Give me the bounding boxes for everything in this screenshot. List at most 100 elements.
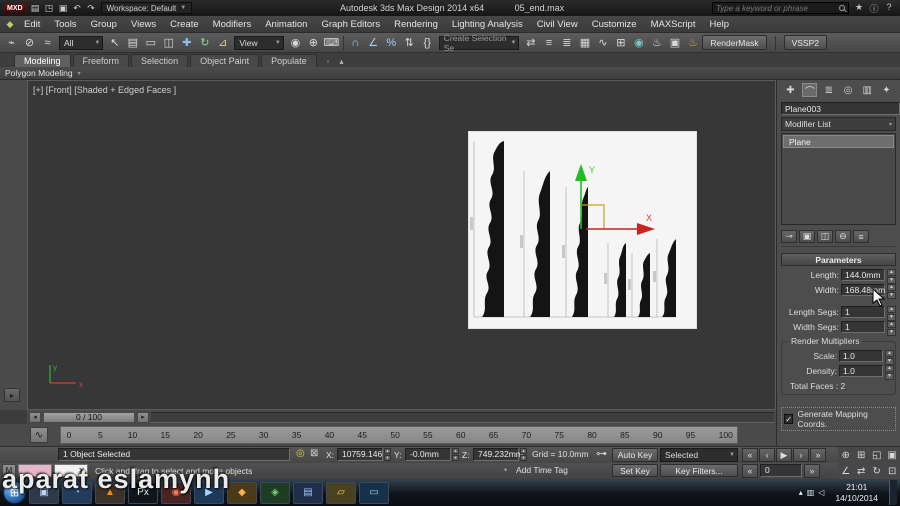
auto-key-button[interactable]: Auto Key — [612, 448, 658, 462]
app-window-icon[interactable]: ▣ — [29, 481, 59, 504]
maxscript-mini-listener[interactable]: ✕ — [54, 464, 88, 477]
select-rotate-icon[interactable]: ↻ — [196, 34, 213, 51]
menu-item[interactable]: Lighting Analysis — [445, 16, 530, 32]
rendermask-button[interactable]: RenderMask — [702, 35, 767, 50]
y-coord-field[interactable]: -0.0mm — [405, 448, 451, 461]
keyboard-override-icon[interactable]: ⌨ — [323, 34, 340, 51]
modifier-stack[interactable]: Plane — [781, 133, 896, 225]
z-coord-field[interactable]: 749.232mm — [473, 448, 523, 461]
go-to-end-icon[interactable]: » — [810, 448, 826, 462]
time-slider-track[interactable] — [151, 411, 774, 423]
generate-mapping-coords-row[interactable]: ✓ Generate Mapping Coords. — [781, 407, 896, 431]
motion-tab[interactable]: ◎ — [841, 83, 856, 97]
spinner-control[interactable]: ▲ ▼ — [885, 365, 894, 380]
display-tab[interactable]: ▥ — [860, 83, 875, 97]
display-app-icon[interactable]: ▭ — [359, 481, 389, 504]
spinner-control[interactable]: ▲ ▼ — [384, 448, 391, 461]
search-icon[interactable] — [839, 5, 845, 11]
help-icon[interactable]: ? — [882, 2, 896, 15]
percent-snap-icon[interactable]: % — [383, 34, 400, 51]
px-app-icon[interactable]: Px — [128, 481, 158, 504]
open-mini-curve-editor-button[interactable]: ∿ — [30, 427, 48, 443]
modifier-list-dropdown[interactable]: Modifier List ▾ — [781, 117, 896, 131]
menu-item[interactable]: Graph Editors — [314, 16, 387, 32]
menu-item[interactable]: Modifiers — [206, 16, 259, 32]
key-selection-dropdown[interactable]: Selected ▼ — [660, 448, 738, 462]
rect-region-icon[interactable]: ▭ — [142, 34, 159, 51]
ribbon-tab[interactable]: Object Paint — [190, 54, 260, 67]
search-input[interactable] — [716, 3, 836, 13]
viewport-layout-tab-arrow[interactable]: ▸ — [4, 388, 20, 402]
param-value-field[interactable]: 144.0mm — [841, 269, 885, 281]
trackbar-ruler[interactable]: 0 5 10 15 20 25 30 35 40 45 50 55 60 65 70 75 80 85 90 95 10… — [60, 426, 738, 444]
network-icon[interactable]: ▥ — [807, 488, 815, 497]
workspace-dropdown[interactable]: Workspace: Default ▼ — [100, 2, 193, 14]
next-frame-icon[interactable]: › — [793, 448, 809, 462]
param-value-field[interactable]: 1.0 — [839, 350, 883, 362]
zoom-icon[interactable]: ⊕ — [838, 447, 854, 463]
impress-app-icon[interactable]: ▤ — [293, 481, 323, 504]
snap-toggle-icon[interactable]: ∩ — [347, 34, 364, 51]
menu-item[interactable]: Create — [163, 16, 206, 32]
parameters-rollout-header[interactable]: Parameters — [781, 253, 896, 266]
ribbon-tab[interactable]: Selection — [131, 54, 189, 67]
remove-modifier-icon[interactable]: ⊖ — [835, 230, 851, 243]
hierarchy-tab[interactable]: ≣ — [821, 83, 836, 97]
fov-icon[interactable]: ∠ — [838, 463, 854, 479]
menu-item[interactable]: Civil View — [530, 16, 585, 32]
spinner-control[interactable]: ▲ ▼ — [520, 448, 527, 461]
select-by-name-icon[interactable]: ▤ — [124, 34, 141, 51]
set-keys-button[interactable]: ⊶ — [596, 447, 607, 460]
media-player-icon[interactable]: ▶ — [194, 481, 224, 504]
rendered-frame-icon[interactable]: ▣ — [666, 34, 683, 51]
select-manipulate-icon[interactable]: ⊕ — [305, 34, 322, 51]
start-button[interactable]: ⊞ — [3, 481, 26, 504]
go-to-start-icon[interactable]: « — [742, 448, 758, 462]
previous-key-icon[interactable]: « — [742, 464, 758, 478]
modify-tab[interactable]: ⌒ — [802, 83, 818, 98]
viewport-label[interactable]: [+] [Front] [Shaded + Edged Faces ] — [33, 85, 176, 95]
zoom-extents-all-icon[interactable]: ▣ — [885, 447, 900, 463]
app-logo[interactable]: MXD — [4, 3, 26, 13]
browser-icon[interactable]: ◔ — [62, 481, 92, 504]
maxscript-listener-button[interactable]: M — [2, 464, 16, 477]
menu-item[interactable]: Rendering — [387, 16, 445, 32]
time-slider-handle[interactable]: 0 / 100 — [43, 411, 135, 423]
schematic-view-icon[interactable]: ⊞ — [612, 34, 629, 51]
menu-item[interactable]: Tools — [47, 16, 83, 32]
spinner-control[interactable]: ▲ ▼ — [452, 448, 459, 461]
isolate-selection-icon[interactable]: ◎ — [296, 448, 305, 459]
menu-item[interactable]: Help — [702, 16, 736, 32]
viewport-front[interactable]: [+] [Front] [Shaded + Edged Faces ] Y X … — [27, 80, 776, 410]
ribbon-tab[interactable]: Populate — [261, 54, 317, 67]
spinner-control[interactable]: ▲ ▼ — [887, 306, 896, 321]
zoom-extents-icon[interactable]: ◱ — [869, 447, 885, 463]
macro-recorder-field[interactable] — [18, 464, 52, 477]
select-scale-icon[interactable]: ⊿ — [214, 34, 231, 51]
search-box[interactable] — [712, 2, 849, 14]
add-time-tag[interactable]: Add Time Tag — [516, 465, 568, 475]
pan-icon[interactable]: ⇄ — [854, 463, 870, 479]
polygon-modeling-panel[interactable]: Polygon Modeling — [5, 68, 73, 78]
folder-icon[interactable]: ▱ — [326, 481, 356, 504]
checkbox-checked-icon[interactable]: ✓ — [784, 414, 794, 424]
spinner-control[interactable]: ▲ ▼ — [887, 269, 896, 284]
graphite-toggle-icon[interactable]: ▦ — [576, 34, 593, 51]
x-coord-field[interactable]: 10759.146 — [337, 448, 383, 461]
render-production-icon[interactable]: ♨ — [684, 34, 701, 51]
orbit-icon[interactable]: ↻ — [869, 463, 885, 479]
named-selection-set-dropdown[interactable]: Create Selection Se ▼ — [438, 33, 520, 53]
y-axis-arrowhead[interactable] — [575, 164, 587, 181]
utilities-tab[interactable]: ✦ — [879, 83, 894, 97]
select-link-icon[interactable]: ⌁ — [3, 34, 20, 51]
select-object-icon[interactable]: ↖ — [106, 34, 123, 51]
vssp2-button[interactable]: VSSP2 — [783, 35, 827, 50]
menu-item[interactable]: Group — [84, 16, 124, 32]
info-center-icon[interactable]: ⓘ — [867, 2, 881, 15]
configure-modifier-sets-icon[interactable]: ≡ — [853, 230, 869, 243]
close-icon[interactable]: ✕ — [78, 466, 85, 475]
save-file-icon[interactable]: ▣ — [57, 3, 70, 14]
unlink-icon[interactable]: ⊘ — [21, 34, 38, 51]
param-value-field[interactable]: 1 — [841, 321, 885, 333]
ribbon-tab[interactable]: Freeform — [72, 54, 130, 67]
